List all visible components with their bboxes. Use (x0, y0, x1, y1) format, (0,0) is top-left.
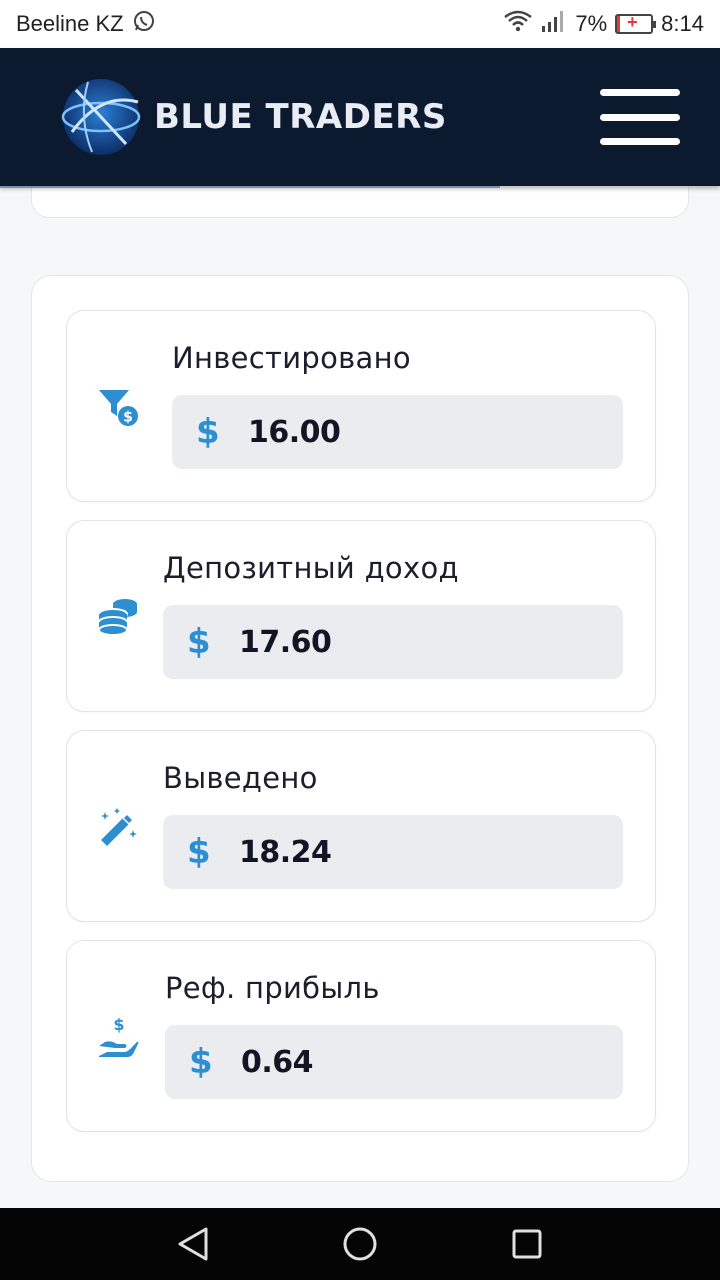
header-divider (0, 186, 500, 188)
stat-value: 16.00 (248, 414, 341, 450)
carrier-name: Beeline KZ (16, 11, 124, 36)
globe-logo-icon (58, 72, 144, 162)
app-header: BLUE TRADERS (0, 48, 720, 188)
clock: 8:14 (661, 11, 704, 36)
stats-panel: $ Инвестировано $ 16.00 Депозитный доход… (31, 275, 689, 1182)
stat-value-box: $ 17.60 (163, 605, 623, 679)
recents-square-icon[interactable] (507, 1224, 547, 1264)
stat-label: Депозитный доход (163, 551, 459, 585)
stat-value-box: $ 0.64 (165, 1025, 623, 1099)
stat-value: 0.64 (241, 1044, 314, 1080)
stat-card-withdrawn: Выведено $ 18.24 (66, 730, 656, 922)
signal-icon (541, 9, 567, 39)
stat-card-referral-profit: $ Реф. прибыль $ 0.64 (66, 940, 656, 1132)
battery-icon: + (615, 12, 657, 34)
home-circle-icon[interactable] (340, 1224, 380, 1264)
battery-percent: 7% (575, 11, 608, 36)
status-bar: Beeline KZ 7% + 8:14 (0, 0, 720, 48)
dollar-icon: $ (196, 412, 220, 452)
stat-value-box: $ 18.24 (163, 815, 623, 889)
svg-text:$: $ (113, 1016, 124, 1034)
stat-value: 18.24 (239, 834, 332, 870)
dollar-icon: $ (189, 1042, 213, 1082)
stat-label: Инвестировано (172, 341, 411, 375)
stat-label: Выведено (163, 761, 318, 795)
stat-card-invested: $ Инвестировано $ 16.00 (66, 310, 656, 502)
hamburger-menu-icon[interactable] (600, 89, 680, 145)
stat-card-deposit-income: Депозитный доход $ 17.60 (66, 520, 656, 712)
magic-wand-icon (97, 806, 141, 850)
brand-logo-link[interactable]: BLUE TRADERS (58, 72, 447, 162)
brand-name: BLUE TRADERS (154, 97, 447, 137)
system-nav-bar (0, 1208, 720, 1280)
dollar-icon: $ (187, 832, 211, 872)
wifi-icon (503, 9, 533, 39)
stat-value: 17.60 (239, 624, 332, 660)
coins-stack-icon (97, 596, 141, 640)
svg-text:$: $ (123, 410, 133, 426)
stat-value-box: $ 16.00 (172, 395, 623, 469)
dollar-icon: $ (187, 622, 211, 662)
whatsapp-icon (132, 9, 156, 39)
stat-label: Реф. прибыль (165, 971, 380, 1005)
back-triangle-icon[interactable] (173, 1224, 213, 1264)
funnel-dollar-icon: $ (97, 386, 141, 430)
hand-dollar-icon: $ (97, 1015, 141, 1060)
